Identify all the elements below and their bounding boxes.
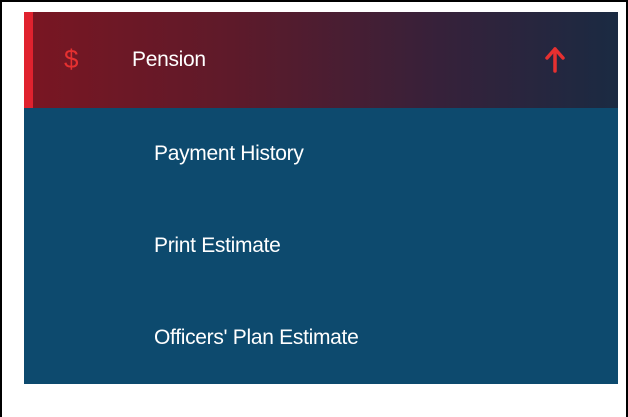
submenu-item-print-estimate[interactable]: Print Estimate [24, 200, 618, 292]
pension-submenu: Payment History Print Estimate Officers'… [24, 108, 618, 384]
pension-menu-header[interactable]: $ Pension [24, 12, 618, 108]
page-frame: $ Pension Payment History Print Estimate… [0, 0, 628, 417]
pension-menu-label: Pension [132, 48, 206, 71]
submenu-item-officers-plan-estimate[interactable]: Officers' Plan Estimate [24, 292, 618, 384]
dollar-icon: $ [64, 44, 79, 74]
submenu-item-label: Payment History [154, 142, 304, 165]
arrow-up-icon[interactable] [545, 47, 565, 73]
submenu-item-label: Print Estimate [154, 234, 281, 257]
submenu-item-payment-history[interactable]: Payment History [24, 108, 618, 200]
submenu-item-label: Officers' Plan Estimate [154, 326, 359, 349]
active-accent-bar [24, 12, 33, 108]
pension-menu: $ Pension Payment History Print Estimate… [24, 12, 618, 384]
